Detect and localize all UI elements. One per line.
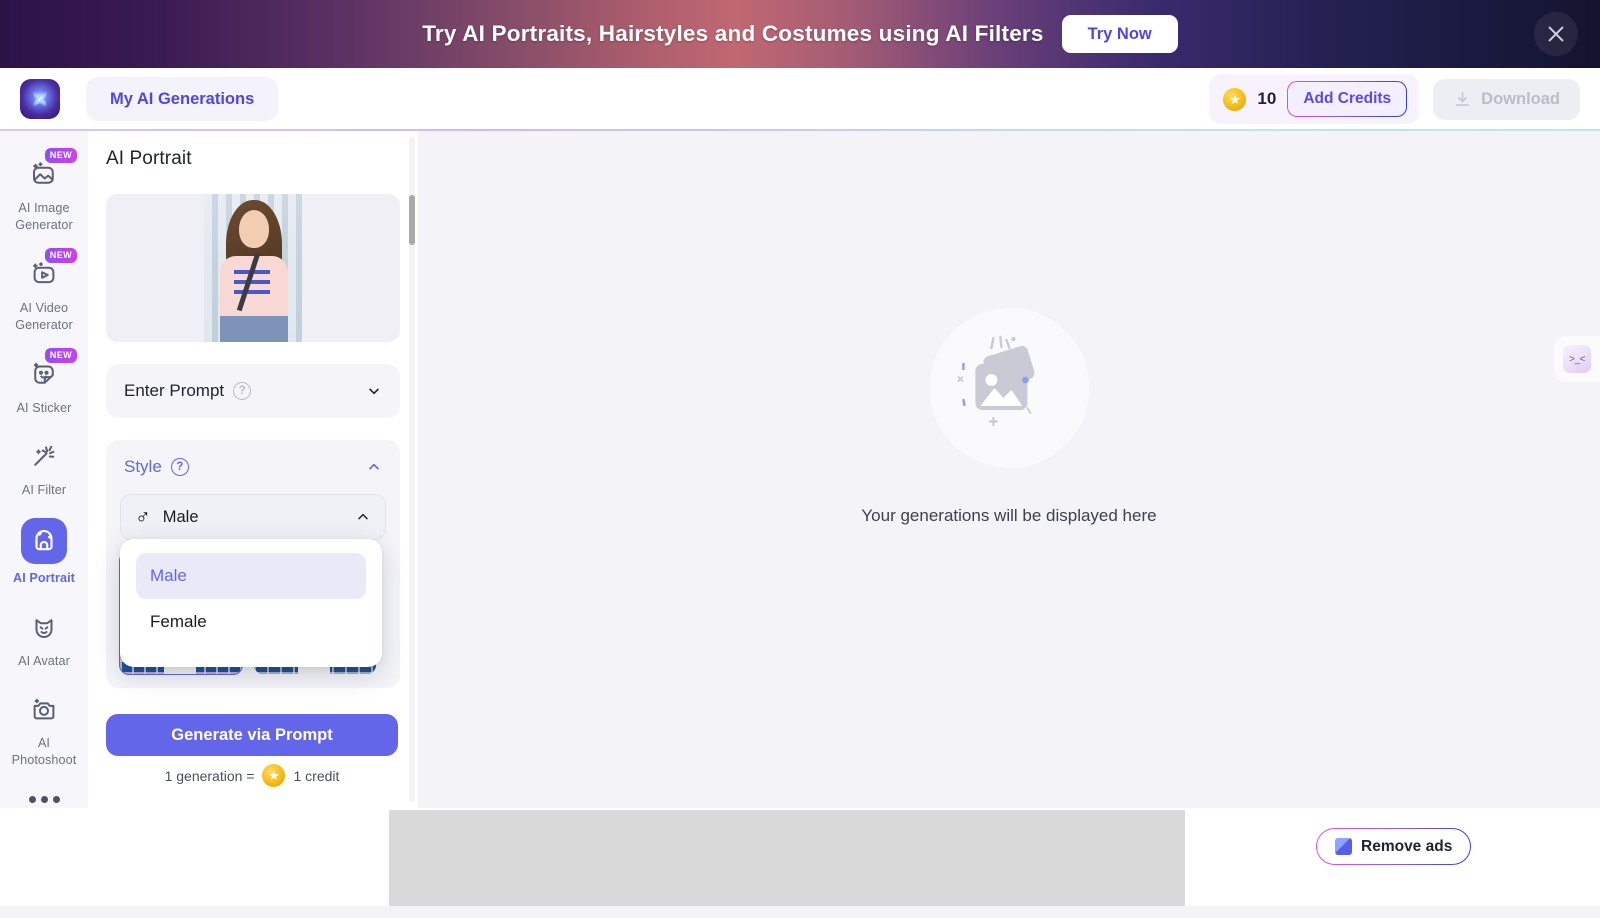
new-badge: NEW [44,247,77,263]
more-dots-icon[interactable] [28,795,60,803]
generation-canvas: Your generations will be displayed here … [418,131,1600,808]
dropdown-option-male[interactable]: Male [136,553,366,599]
remove-ads-button[interactable]: Remove ads [1316,828,1471,865]
collapse-widget-icon[interactable]: >_< [1554,336,1600,382]
sidebar-item-ai-image-generator[interactable]: NEW AI Image Generator [0,145,88,245]
coin-icon: ★ [262,764,286,787]
remove-ads-icon [1335,838,1352,855]
dropdown-option-female[interactable]: Female [136,599,366,645]
help-icon[interactable]: ? [233,382,252,400]
sidebar-item-label: AI Video Generator [15,300,73,333]
promo-banner: Try AI Portraits, Hairstyles and Costume… [0,0,1600,68]
brand-logo-icon[interactable] [20,79,60,119]
sidebar-item-label: AI Sticker [16,400,72,415]
download-icon [1455,91,1470,106]
close-icon[interactable] [1534,12,1578,56]
source-image-preview[interactable] [106,194,400,342]
sidebar-item-ai-sticker[interactable]: NEW AI Sticker [0,345,88,427]
app-root: Try AI Portraits, Hairstyles and Costume… [0,0,1600,918]
preview-photo [204,194,302,342]
credit-note-suffix: 1 credit [293,767,340,784]
collapse-widget-glyph: >_< [1563,345,1591,373]
style-label: Style [124,457,162,476]
male-symbol-icon: ♂ [135,505,151,529]
my-ai-generations-tab[interactable]: My AI Generations [86,76,279,122]
credits-badge: ★ 10 Add Credits [1209,74,1420,124]
page-title: AI Portrait [106,148,192,169]
header-actions: ★ 10 Add Credits Download [1209,74,1580,124]
chevron-up-icon[interactable] [355,509,371,525]
download-label: Download [1481,89,1560,108]
sidebar-item-ai-avatar[interactable]: AI Avatar [0,598,88,680]
remove-ads-label: Remove ads [1361,837,1453,855]
sidebar-item-label: AI Photoshoot [11,736,77,768]
avatar-cat-icon [21,607,67,647]
empty-state-text: Your generations will be displayed here [861,506,1157,525]
enter-prompt-label: Enter Prompt [124,381,225,400]
app-header: My AI Generations ★ 10 Add Credits Downl… [0,68,1600,130]
new-badge: NEW [44,347,77,363]
sidebar-rail: NEW AI Image Generator NEW AI Video Genera… [0,131,88,808]
sidebar-item-label: AI Image Generator [15,201,73,233]
sidebar-item-label: AI Avatar [18,653,70,668]
credits-count: 10 [1257,89,1277,108]
advertisement-slot [389,810,1185,908]
gender-dropdown-menu: Male Female [120,539,382,667]
credit-note-prefix: 1 generation = [164,767,255,784]
credit-cost-note: 1 generation = ★ 1 credit [106,764,398,787]
sidebar-item-label: AI Portrait [13,571,75,586]
new-badge: NEW [44,148,77,163]
try-now-button[interactable]: Try Now [1061,14,1178,54]
enter-prompt-section-header[interactable]: Enter Prompt ? [106,364,400,418]
control-panel: AI Portrait Enter Prompt ? Style ? ♂ Mal… [88,131,418,808]
sidebar-item-label: AI Filter [21,482,67,497]
panel-scrollbar-thumb[interactable] [409,195,415,245]
sidebar-item-ai-photoshoot[interactable]: AI Photoshoot [0,680,88,780]
sidebar-item-ai-portrait[interactable]: AI Portrait [0,509,88,597]
coin-icon: ★ [1223,87,1247,111]
help-icon[interactable]: ? [170,458,189,476]
portrait-icon [21,518,67,565]
chevron-up-icon[interactable] [366,459,382,475]
promo-banner-text: Try AI Portraits, Hairstyles and Costume… [422,21,1044,46]
sidebar-item-ai-filter[interactable]: AI Filter [0,427,88,509]
footer-strip [0,906,1600,918]
download-button[interactable]: Download [1433,78,1580,120]
add-credits-button[interactable]: Add Credits [1287,81,1407,117]
gender-select-value: Male [162,507,199,526]
sidebar-item-ai-video-generator[interactable]: NEW AI Video Generator [0,245,88,345]
generate-via-prompt-button[interactable]: Generate via Prompt [106,714,398,756]
camera-sparkle-icon [21,689,67,729]
magic-wand-icon [21,436,67,476]
gender-select[interactable]: ♂ Male [120,494,386,540]
chevron-down-icon[interactable] [366,383,382,399]
empty-state: Your generations will be displayed here [861,308,1157,526]
gallery-placeholder-icon [929,308,1089,468]
